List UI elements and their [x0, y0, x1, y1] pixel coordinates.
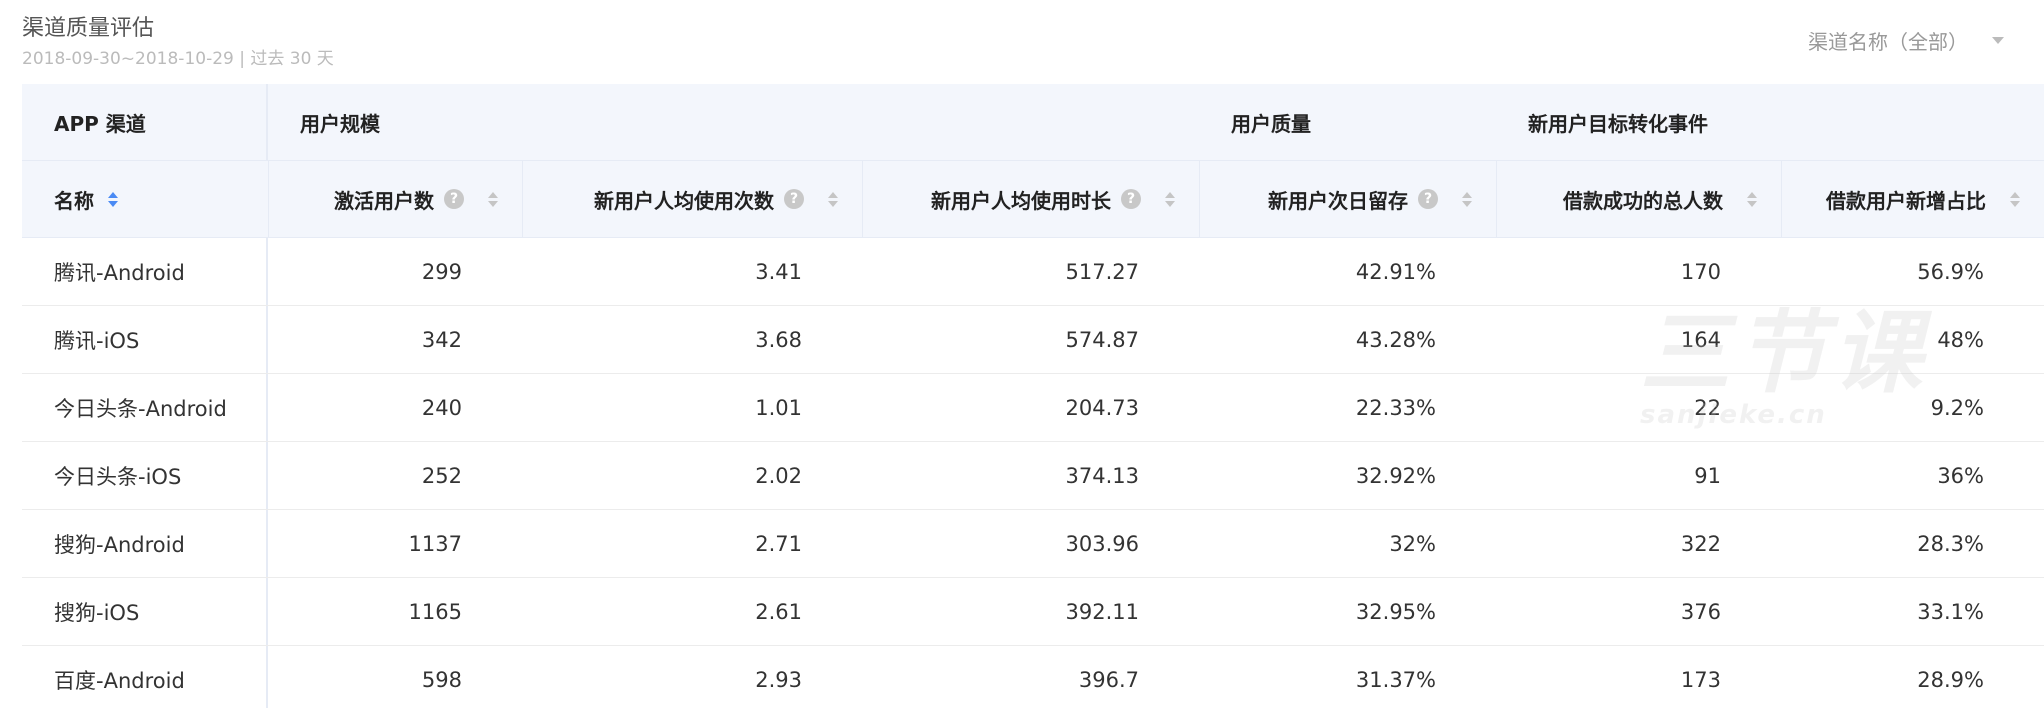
column-loan-new-ratio[interactable]: 借款用户新增占比 — [1781, 161, 2044, 237]
column-avg-sessions[interactable]: 新用户人均使用次数 ? — [522, 161, 862, 237]
table-cell: 170 — [1680, 259, 1721, 284]
sort-icon[interactable] — [1462, 191, 1472, 207]
group-app-channel: APP 渠道 — [22, 84, 268, 160]
table-cell: 2.71 — [755, 531, 802, 556]
table-cell: 22 — [1694, 395, 1721, 420]
table-cell: 31.37% — [1355, 667, 1436, 692]
table-cell: 3.41 — [755, 259, 802, 284]
group-user-quality: 用户质量 — [1231, 111, 1311, 136]
table-cell: 574.87 — [1065, 327, 1139, 352]
table-cell: 32% — [1389, 531, 1436, 556]
table-cell: 2.93 — [755, 667, 802, 692]
table-cell: 42.91% — [1355, 259, 1436, 284]
table-cell: 1.01 — [755, 395, 802, 420]
table-cell: 1137 — [408, 531, 462, 556]
table-cell: 299 — [421, 259, 462, 284]
chevron-down-icon — [1992, 37, 2004, 44]
help-icon[interactable]: ? — [444, 189, 464, 209]
table-column-header: 名称 激活用户数 ? 新用户人均使用次数 ? 新用户人均使用时长 ? 新用户次日… — [22, 160, 2044, 238]
channel-filter-dropdown[interactable]: 渠道名称（全部） — [1808, 26, 2004, 55]
table-cell: 376 — [1680, 599, 1721, 624]
column-label: 新用户人均使用次数 — [594, 188, 774, 213]
table-cell: 173 — [1680, 667, 1721, 692]
table-cell: 48% — [1937, 327, 1984, 352]
table-row: 今日头条-iOS 252 2.02 374.13 32.92% 91 36% — [22, 442, 2044, 510]
table-cell: 517.27 — [1065, 259, 1139, 284]
table-cell: 204.73 — [1065, 395, 1139, 420]
sort-icon[interactable] — [828, 191, 838, 207]
help-icon[interactable]: ? — [1418, 189, 1438, 209]
table-row: 腾讯-Android 299 3.41 517.27 42.91% 170 56.9% — [22, 238, 2044, 306]
table-cell: 36% — [1937, 463, 1984, 488]
date-range: 2018-09-30~2018-10-29 | 过去 30 天 — [22, 49, 334, 69]
channel-name-cell: 今日头条-iOS — [22, 442, 268, 509]
table-cell: 252 — [421, 463, 462, 488]
table-cell: 3.68 — [755, 327, 802, 352]
table-group-header: APP 渠道 用户规模 用户质量 新用户目标转化事件 — [22, 84, 2044, 160]
table-cell: 396.7 — [1078, 667, 1139, 692]
channel-name-cell: 今日头条-Android — [22, 374, 268, 441]
table-cell: 43.28% — [1355, 327, 1436, 352]
sort-icon[interactable] — [488, 191, 498, 207]
column-loan-success-total[interactable]: 借款成功的总人数 — [1496, 161, 1781, 237]
column-name-label: 名称 — [54, 188, 94, 213]
column-label: 借款成功的总人数 — [1563, 188, 1723, 213]
column-activated-users[interactable]: 激活用户数 ? — [268, 161, 522, 237]
table-cell: 1165 — [408, 599, 462, 624]
column-name[interactable]: 名称 — [22, 161, 268, 237]
table-cell: 28.9% — [1917, 667, 1984, 692]
channel-name-cell: 搜狗-Android — [22, 510, 268, 577]
table-cell: 91 — [1694, 463, 1721, 488]
table-cell: 2.61 — [755, 599, 802, 624]
help-icon[interactable]: ? — [784, 189, 804, 209]
table-cell: 33.1% — [1917, 599, 1984, 624]
table-cell: 28.3% — [1917, 531, 1984, 556]
column-avg-duration[interactable]: 新用户人均使用时长 ? — [862, 161, 1199, 237]
table-cell: 322 — [1680, 531, 1721, 556]
table-cell: 392.11 — [1065, 599, 1139, 624]
table-cell: 303.96 — [1065, 531, 1139, 556]
channel-name-cell: 百度-Android — [22, 646, 268, 708]
table-cell: 164 — [1680, 327, 1721, 352]
table-cell: 22.33% — [1355, 395, 1436, 420]
channel-quality-table: APP 渠道 用户规模 用户质量 新用户目标转化事件 名称 激活用户数 ? 新用… — [22, 84, 2044, 708]
table-row: 搜狗-iOS 1165 2.61 392.11 32.95% 376 33.1% — [22, 578, 2044, 646]
column-label: 激活用户数 — [334, 188, 434, 213]
sort-icon[interactable] — [108, 191, 118, 207]
sort-icon[interactable] — [1747, 191, 1757, 207]
group-user-scale: 用户规模 — [300, 111, 380, 136]
table-cell: 374.13 — [1065, 463, 1139, 488]
table-cell: 240 — [421, 395, 462, 420]
group-conversion-events: 新用户目标转化事件 — [1528, 111, 1708, 136]
table-cell: 32.95% — [1355, 599, 1436, 624]
column-label: 新用户人均使用时长 — [931, 188, 1111, 213]
table-cell: 2.02 — [755, 463, 802, 488]
table-cell: 32.92% — [1355, 463, 1436, 488]
table-row: 搜狗-Android 1137 2.71 303.96 32% 322 28.3% — [22, 510, 2044, 578]
table-cell: 342 — [421, 327, 462, 352]
table-cell: 598 — [421, 667, 462, 692]
column-next-day-retention[interactable]: 新用户次日留存 ? — [1199, 161, 1496, 237]
table-row: 今日头条-Android 240 1.01 204.73 22.33% 22 9.2% — [22, 374, 2044, 442]
help-icon[interactable]: ? — [1121, 189, 1141, 209]
column-label: 借款用户新增占比 — [1826, 188, 1986, 213]
table-cell: 9.2% — [1930, 395, 1984, 420]
table-row: 百度-Android 598 2.93 396.7 31.37% 173 28.9% — [22, 646, 2044, 708]
sort-icon[interactable] — [1165, 191, 1175, 207]
sort-icon[interactable] — [2010, 191, 2020, 207]
channel-filter-label: 渠道名称（全部） — [1808, 30, 1968, 54]
page-title: 渠道质量评估 — [22, 16, 155, 41]
report-header: 渠道质量评估 2018-09-30~2018-10-29 | 过去 30 天 — [22, 14, 334, 72]
channel-name-cell: 腾讯-iOS — [22, 306, 268, 373]
channel-name-cell: 搜狗-iOS — [22, 578, 268, 645]
table-body: 腾讯-Android 299 3.41 517.27 42.91% 170 56.9% 腾讯-… — [22, 238, 2044, 708]
column-label: 新用户次日留存 — [1268, 188, 1408, 213]
table-row: 腾讯-iOS 342 3.68 574.87 43.28% 164 48% — [22, 306, 2044, 374]
channel-name-cell: 腾讯-Android — [22, 238, 268, 305]
table-cell: 56.9% — [1917, 259, 1984, 284]
